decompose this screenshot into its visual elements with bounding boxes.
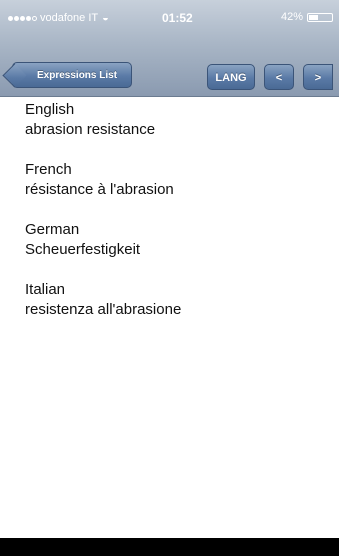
signal-icon bbox=[8, 15, 37, 21]
wifi-icon: ◒ bbox=[102, 12, 109, 24]
translation-entry: German Scheuerfestigkeit bbox=[25, 220, 325, 260]
language-name: English bbox=[25, 101, 75, 118]
translation-text: resistenza all'abrasione bbox=[25, 301, 182, 318]
battery-fill bbox=[309, 14, 319, 20]
language-name: French bbox=[25, 161, 72, 178]
carrier-name: vodafone IT bbox=[40, 12, 99, 24]
back-button[interactable]: Expressions List bbox=[12, 62, 133, 88]
translations-list: English abrasion resistance French résis… bbox=[25, 100, 325, 340]
translation-text: Scheuerfestigkeit bbox=[25, 241, 141, 258]
language-name: Italian bbox=[25, 281, 66, 298]
next-button[interactable]: > bbox=[303, 64, 333, 90]
battery-indicator: 42% bbox=[281, 11, 333, 23]
translation-entry: English abrasion resistance bbox=[25, 100, 325, 140]
top-bar: vodafone IT ◒ 01:52 42% Expressions List… bbox=[0, 0, 339, 97]
language-name: German bbox=[25, 221, 80, 238]
navigation-bar: Expressions List LANG < > bbox=[0, 56, 339, 96]
translation-entry: Italian resistenza all'abrasione bbox=[25, 280, 325, 320]
battery-percent: 42% bbox=[280, 11, 303, 23]
translation-entry: French résistance à l'abrasion bbox=[25, 160, 325, 200]
app-screen: vodafone IT ◒ 01:52 42% Expressions List… bbox=[0, 0, 339, 556]
status-time: 01:52 bbox=[162, 11, 193, 25]
bottom-bar bbox=[0, 538, 339, 556]
lang-button[interactable]: LANG bbox=[207, 64, 255, 90]
translation-text: abrasion resistance bbox=[25, 121, 156, 138]
previous-button[interactable]: < bbox=[264, 64, 294, 90]
status-bar: vodafone IT ◒ 01:52 42% bbox=[0, 0, 339, 36]
translation-text: résistance à l'abrasion bbox=[25, 181, 174, 198]
battery-icon bbox=[307, 12, 333, 22]
